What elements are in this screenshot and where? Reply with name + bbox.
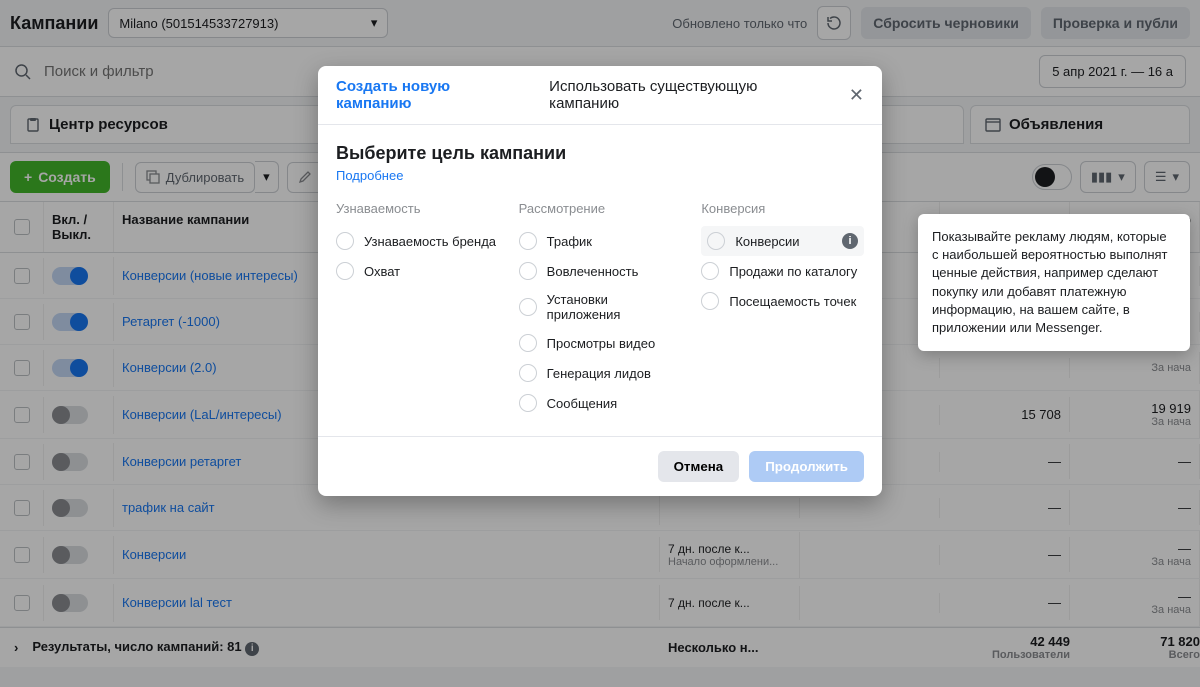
radio-icon (519, 364, 537, 382)
radio-icon (336, 262, 354, 280)
radio-icon (701, 262, 719, 280)
cancel-button[interactable]: Отмена (658, 451, 740, 482)
objective-option[interactable]: Продажи по каталогу (701, 256, 864, 286)
radio-icon (701, 292, 719, 310)
objective-option[interactable]: Просмотры видео (519, 328, 682, 358)
create-campaign-modal: Создать новую кампанию Использовать суще… (318, 66, 882, 496)
info-icon[interactable]: i (842, 233, 858, 249)
objective-option[interactable]: Трафик (519, 226, 682, 256)
objective-option[interactable]: Охват (336, 256, 499, 286)
close-icon[interactable]: ✕ (849, 85, 864, 106)
objective-col-conversion: Конверсия КонверсииiПродажи по каталогуП… (701, 201, 864, 418)
radio-icon (519, 394, 537, 412)
radio-icon (336, 232, 354, 250)
objective-tooltip: Показывайте рекламу людям, которые с наи… (918, 214, 1190, 351)
objective-option[interactable]: Установки приложения (519, 286, 682, 328)
learn-more-link[interactable]: Подробнее (336, 168, 864, 183)
objective-col-consideration: Рассмотрение ТрафикВовлеченностьУстановк… (519, 201, 682, 418)
radio-icon (519, 232, 537, 250)
objective-col-awareness: Узнаваемость Узнаваемость брендаОхват (336, 201, 499, 418)
modal-tab-new[interactable]: Создать новую кампанию (336, 78, 525, 112)
modal-title: Выберите цель кампании (336, 143, 864, 164)
radio-icon (707, 232, 725, 250)
radio-icon (519, 262, 537, 280)
objective-option[interactable]: Узнаваемость бренда (336, 226, 499, 256)
modal-tab-existing[interactable]: Использовать существующую кампанию (549, 78, 825, 112)
objective-option[interactable]: Сообщения (519, 388, 682, 418)
radio-icon (519, 298, 537, 316)
objective-option[interactable]: Конверсииi (701, 226, 864, 256)
radio-icon (519, 334, 537, 352)
objective-option[interactable]: Вовлеченность (519, 256, 682, 286)
objective-option[interactable]: Генерация лидов (519, 358, 682, 388)
objective-option[interactable]: Посещаемость точек (701, 286, 864, 316)
continue-button[interactable]: Продолжить (749, 451, 864, 482)
